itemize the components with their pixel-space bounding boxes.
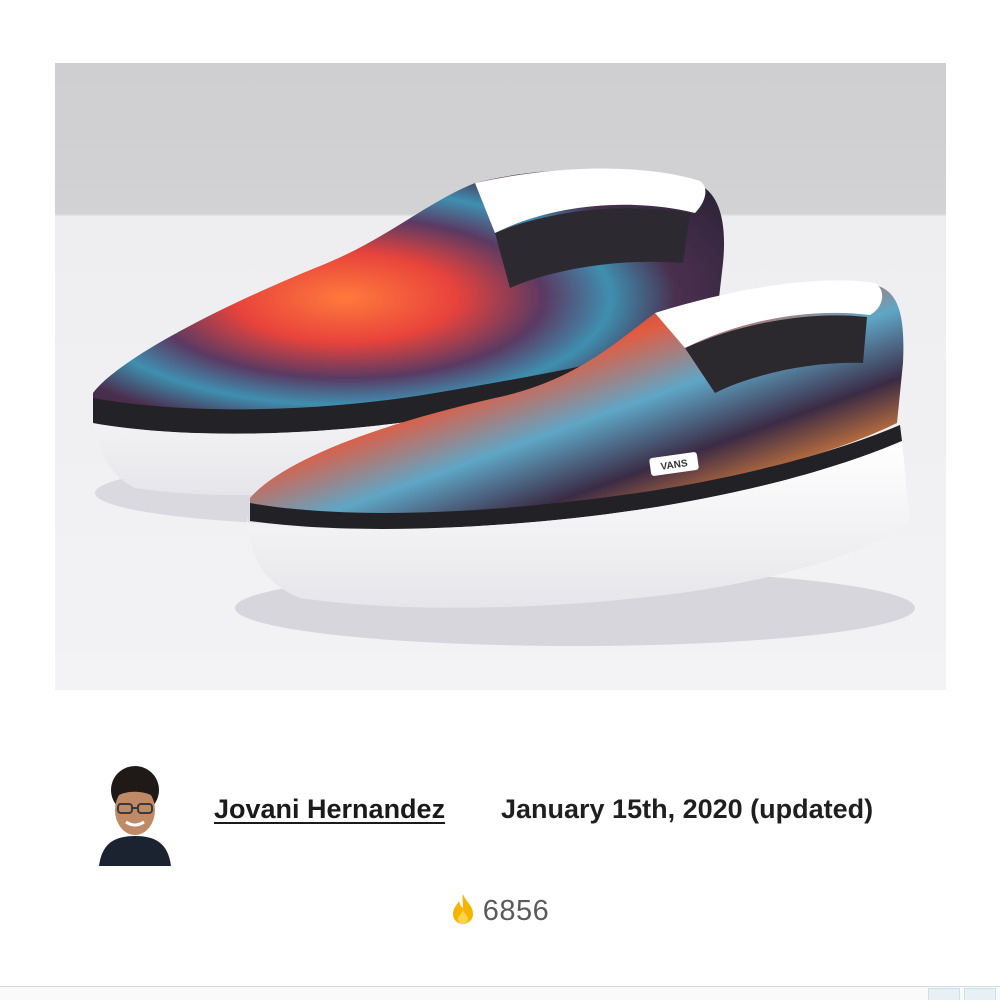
product-hero-image: VANS: [55, 63, 946, 690]
author-avatar[interactable]: [96, 762, 174, 866]
flame-icon: [452, 894, 473, 924]
view-count-value: 6856: [482, 895, 550, 927]
ad-choices-icon[interactable]: [928, 988, 960, 1000]
view-count: 6856: [0, 893, 1000, 928]
byline: Jovani Hernandez January 15th, 2020 (upd…: [96, 762, 936, 866]
post-date: January 15th, 2020 (updated): [501, 794, 874, 824]
ad-controls: [928, 988, 996, 1000]
shoes-illustration: VANS: [91, 168, 915, 646]
author-name-link[interactable]: Jovani Hernandez: [214, 794, 445, 825]
article-page: VANS Jovani Hernandez January 15th, 2020…: [0, 0, 1000, 1000]
ad-banner[interactable]: [0, 986, 1000, 1000]
ad-close-icon[interactable]: [964, 988, 996, 1000]
